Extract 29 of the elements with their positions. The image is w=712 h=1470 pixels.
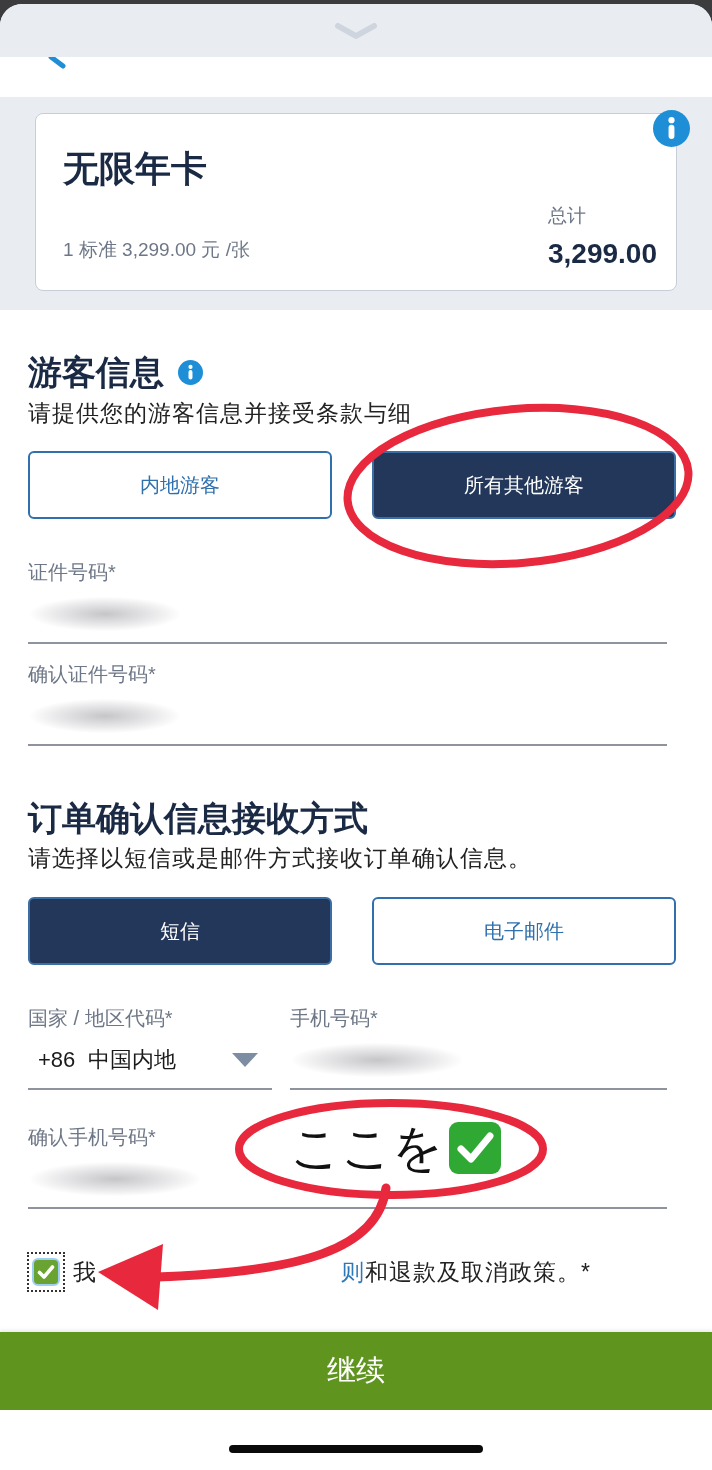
field-label: 证件号码* [28,560,116,585]
section-description: 请提供您的游客信息并接受条款与细 [28,399,412,428]
caret-icon [232,1052,258,1067]
total-label: 总计 [548,204,586,228]
option-button[interactable]: 所有其他游客 [372,451,676,519]
field-label: 国家 / 地区代码* [28,1006,173,1031]
continue-button[interactable]: 继续 [0,1332,712,1410]
section-description: 请选择以短信或是邮件方式接收订单确认信息。 [28,844,532,873]
terms-link[interactable]: 则 [341,1259,365,1285]
info-icon[interactable] [653,110,690,147]
diagonal-line-icon[interactable] [48,57,66,69]
annotation-note: ここを [290,1121,443,1175]
section-title: 订单确认信息接收方式 [28,798,368,838]
option-button[interactable]: 内地游客 [28,451,332,519]
info-icon[interactable] [178,359,203,385]
agreement-text: 则和退款及取消政策。* [341,1258,591,1287]
section-title: 游客信息 [28,352,164,392]
option-button[interactable]: 电子邮件 [372,897,676,965]
option-button[interactable]: 短信 [28,897,332,965]
ticket-title: 无限年卡 [63,147,207,191]
field-label: 确认证件号码* [28,662,156,687]
checkbox[interactable] [27,1252,65,1292]
field-label: 手机号码* [290,1006,378,1031]
agreement-text: 我 [73,1258,97,1287]
field-label: 确认手机号码* [28,1125,156,1150]
ticket-detail: 1 标准 3,299.00 元 /张 [63,238,250,262]
country-code-select[interactable]: +86 中国内地 [28,1031,272,1090]
check-icon [449,1122,501,1174]
total-amount: 3,299.00 [548,238,657,270]
